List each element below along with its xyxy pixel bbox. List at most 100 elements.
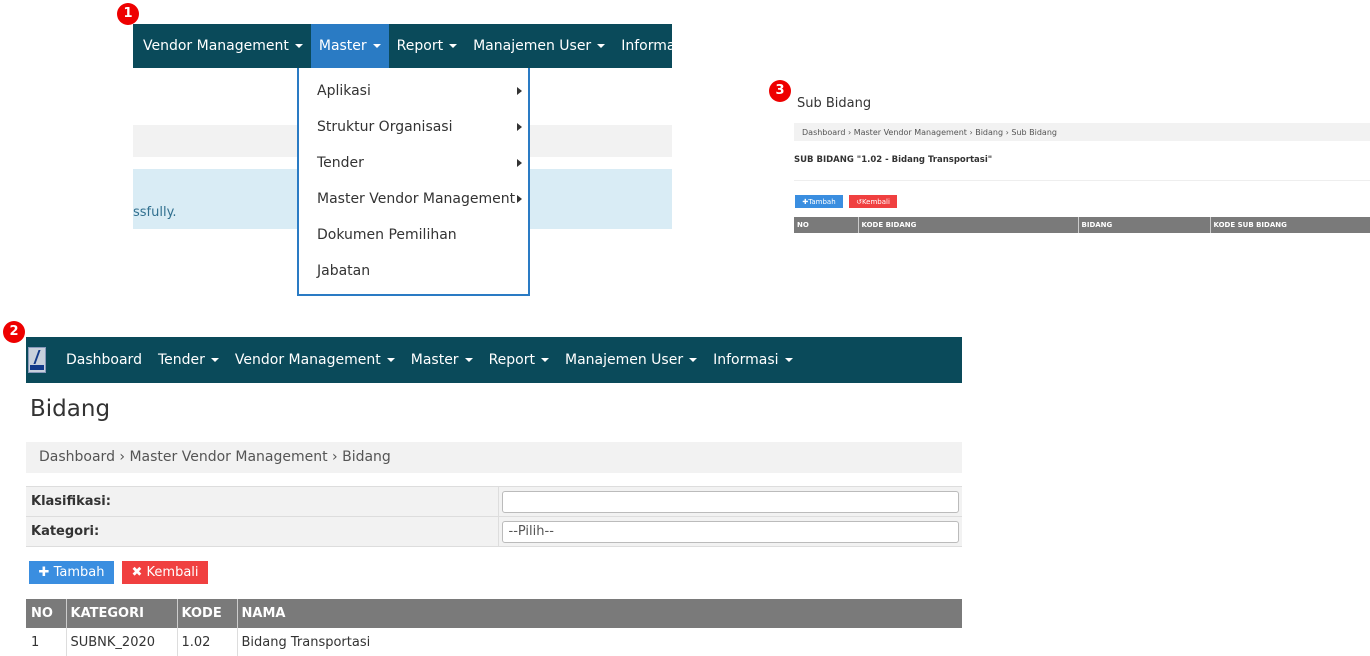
column-header: KODE	[177, 599, 238, 628]
breadcrumb-link[interactable]: Master Vendor Management	[854, 128, 967, 137]
caret-down-icon	[597, 44, 606, 48]
table-row[interactable]: 1 SUBNK_2020 1.02 Bidang Transportasi	[26, 628, 962, 656]
column-header: NO	[26, 599, 67, 628]
tambah-button[interactable]: ✚ Tambah	[795, 195, 843, 208]
menu-item-jabatan[interactable]: Jabatan	[299, 253, 528, 289]
nav-report[interactable]: Report	[389, 24, 465, 68]
nav-label: Dashboard	[66, 352, 142, 368]
submenu-arrow-icon	[517, 123, 522, 131]
button-label: Kembali	[861, 197, 890, 206]
button-label: Kembali	[146, 565, 199, 580]
nav-label: Vendor Management	[143, 38, 289, 54]
page-title: Bidang	[30, 396, 111, 422]
breadcrumb-current: Bidang	[342, 449, 391, 465]
close-icon: ✖	[131, 565, 143, 580]
top-navbar-2: Dashboard Tender Vendor Management Maste…	[26, 337, 962, 383]
step-badge-1: 1	[117, 3, 139, 25]
nav-label: Master	[318, 38, 367, 54]
section-heading: SUB BIDANG "1.02 - Bidang Transportasi"	[794, 155, 993, 165]
caret-down-icon	[210, 358, 219, 362]
nav-label: Informasi	[713, 352, 779, 368]
submenu-arrow-icon	[517, 195, 522, 203]
cell-no: 1	[26, 628, 67, 656]
caret-down-icon	[540, 358, 549, 362]
caret-down-icon	[372, 44, 381, 48]
nav-label: Manajemen User	[473, 38, 592, 54]
master-dropdown-menu: Aplikasi Struktur Organisasi Tender Mast…	[297, 68, 530, 296]
button-label: Tambah	[53, 565, 105, 580]
submenu-arrow-icon	[517, 159, 522, 167]
menu-label: Tender	[317, 155, 364, 171]
menu-label: Struktur Organisasi	[317, 119, 453, 135]
menu-label: Aplikasi	[317, 83, 371, 99]
column-header: KATEGORI	[66, 599, 178, 628]
nav-vendor-management[interactable]: Vendor Management	[227, 337, 403, 383]
sub-bidang-table: NO KODE BIDANG BIDANG KODE SUB BIDANG	[794, 217, 1370, 233]
plus-icon: ✚	[38, 565, 50, 580]
nav-label: Informasi	[621, 38, 687, 54]
caret-down-icon	[386, 358, 395, 362]
divider	[794, 180, 1370, 181]
breadcrumb: Dashboard › Master Vendor Management › B…	[26, 442, 962, 473]
alert-text: ssfully.	[133, 205, 177, 220]
nav-manajemen-user[interactable]: Manajemen User	[465, 24, 613, 68]
breadcrumb: Dashboard › Master Vendor Management › B…	[794, 123, 1370, 141]
nav-label: Report	[396, 38, 444, 54]
column-header: NO	[794, 217, 859, 233]
nav-tender[interactable]: Tender	[150, 337, 227, 383]
caret-down-icon	[692, 44, 701, 48]
breadcrumb-link[interactable]: Dashboard	[39, 449, 115, 465]
caret-down-icon	[294, 44, 303, 48]
menu-label: Master Vendor Management	[317, 191, 516, 207]
step-badge-2: 2	[3, 321, 25, 343]
kategori-select[interactable]: --Pilih--	[501, 520, 959, 543]
kategori-label: Kategori:	[26, 516, 499, 547]
breadcrumb-current: Sub Bidang	[1011, 128, 1057, 137]
nav-master[interactable]: Master	[403, 337, 481, 383]
nav-label: Vendor Management	[234, 352, 381, 368]
column-header: KODE SUB BIDANG	[1213, 221, 1287, 229]
cell-kode: 1.02	[177, 628, 238, 656]
menu-item-struktur-organisasi[interactable]: Struktur Organisasi	[299, 109, 528, 145]
breadcrumb-link[interactable]: Master Vendor Management	[129, 449, 327, 465]
nav-dashboard[interactable]: Dashboard	[58, 337, 150, 383]
filter-form: Klasifikasi: Kategori: --Pilih--	[26, 486, 962, 547]
column-header: KODE BIDANG	[858, 217, 1079, 233]
cell-nama[interactable]: Bidang Transportasi	[237, 628, 962, 656]
step-badge-3: 3	[769, 80, 791, 102]
caret-down-icon	[449, 44, 458, 48]
top-navbar-1: Vendor Management Master Report Manajeme…	[133, 24, 701, 68]
nav-informasi[interactable]: Informasi	[705, 337, 800, 383]
nav-master[interactable]: Master	[310, 24, 389, 68]
kembali-button[interactable]: ✖ Kembali	[122, 561, 208, 584]
submenu-arrow-icon	[517, 87, 522, 95]
caret-down-icon	[689, 358, 698, 362]
nav-report[interactable]: Report	[481, 337, 557, 383]
nav-manajemen-user[interactable]: Manajemen User	[557, 337, 705, 383]
menu-item-tender[interactable]: Tender	[299, 145, 528, 181]
tambah-button[interactable]: ✚ Tambah	[29, 561, 114, 584]
page-title: Sub Bidang	[797, 96, 872, 111]
menu-item-aplikasi[interactable]: Aplikasi	[299, 73, 528, 109]
caret-down-icon	[464, 358, 473, 362]
nav-informasi[interactable]: Informasi	[613, 24, 708, 68]
column-header: NAMA	[241, 606, 286, 621]
kembali-button[interactable]: ↺ Kembali	[849, 195, 897, 208]
button-label: Tambah	[808, 197, 836, 206]
bidang-table: NO KATEGORI KODE NAMA 1 SUBNK_2020 1.02 …	[26, 599, 962, 656]
menu-label: Jabatan	[317, 263, 371, 279]
menu-label: Dokumen Pemilihan	[317, 227, 457, 243]
menu-item-dokumen-pemilihan[interactable]: Dokumen Pemilihan	[299, 217, 528, 253]
nav-label: Tender	[157, 352, 205, 368]
breadcrumb-link[interactable]: Dashboard	[802, 128, 845, 137]
caret-down-icon	[784, 358, 793, 362]
nav-label: Master	[410, 352, 459, 368]
sier-logo[interactable]	[28, 347, 46, 373]
cell-kategori: SUBNK_2020	[66, 628, 178, 656]
menu-item-master-vendor-management[interactable]: Master Vendor Management	[299, 181, 528, 217]
klasifikasi-input[interactable]	[501, 490, 959, 513]
column-header: BIDANG	[1078, 217, 1211, 233]
breadcrumb-link[interactable]: Bidang	[975, 128, 1003, 137]
nav-vendor-management[interactable]: Vendor Management	[135, 24, 311, 68]
nav-label: Report	[488, 352, 535, 368]
